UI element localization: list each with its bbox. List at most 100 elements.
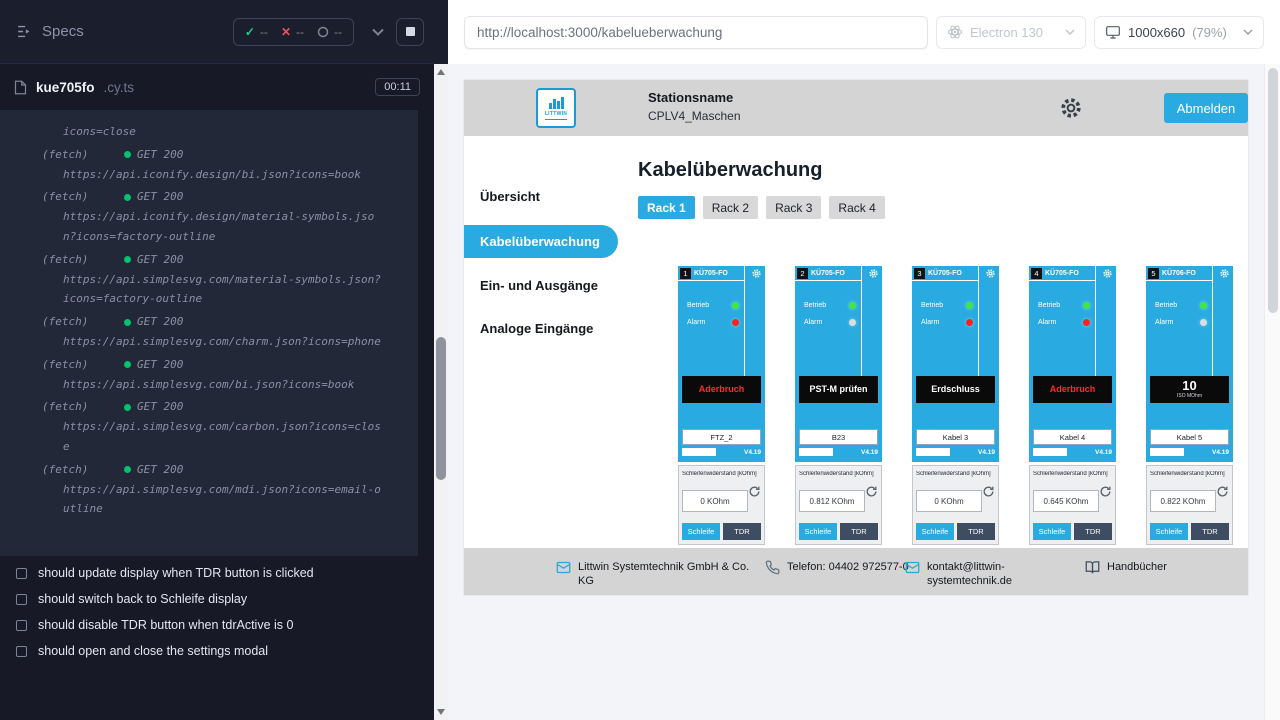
refresh-icon[interactable] bbox=[865, 485, 878, 498]
alarm-led bbox=[1200, 319, 1207, 326]
meter-panel: Schleifenwiderstand [kOhm] 0.645 KOhm Sc… bbox=[1029, 465, 1116, 545]
status-ok-dot bbox=[124, 194, 131, 201]
meter-panel: Schleifenwiderstand [kOhm] 0 KOhm Schlei… bbox=[912, 465, 999, 545]
scrollbar-thumb[interactable] bbox=[1268, 68, 1278, 313]
run-stats[interactable]: ✓ -- ✕ -- -- bbox=[233, 18, 354, 46]
device-cards: 1 KÜ705-FO Betrieb bbox=[678, 266, 1248, 545]
rack-tabs: Rack 1 Rack 2 Rack 3 Rack 4 bbox=[638, 196, 1248, 219]
tdr-button[interactable]: TDR bbox=[957, 523, 995, 540]
tab-rack-3[interactable]: Rack 3 bbox=[766, 196, 821, 219]
cable-name-field[interactable]: Kabel 4 bbox=[1033, 429, 1112, 445]
test-item[interactable]: should update display when TDR button is… bbox=[0, 560, 434, 586]
log-entry[interactable]: (fetch) GET 200 https://api.simplesvg.co… bbox=[42, 312, 408, 352]
device-card: 2 KÜ705-FO Betrieb bbox=[795, 266, 882, 545]
device-status: Aderbruch bbox=[1033, 376, 1112, 403]
device-model: KÜ705-FO bbox=[928, 270, 962, 277]
schleife-button[interactable]: Schleife bbox=[799, 523, 837, 540]
device-settings-gear-icon[interactable] bbox=[985, 268, 996, 279]
test-item[interactable]: should switch back to Schleife display bbox=[0, 586, 434, 612]
sidebar-item-ein-und-ausgaenge[interactable]: Ein- und Ausgänge bbox=[464, 271, 620, 301]
refresh-icon[interactable] bbox=[1099, 485, 1112, 498]
status-ok-dot bbox=[124, 404, 131, 411]
test-title: should open and close the settings modal bbox=[38, 644, 268, 658]
test-item[interactable]: should open and close the settings modal bbox=[0, 638, 434, 664]
firmware-version: V4.19 bbox=[1212, 449, 1229, 456]
pending-count: -- bbox=[317, 25, 342, 39]
chevron-down-icon bbox=[1065, 29, 1075, 35]
logo-tagline bbox=[545, 119, 567, 120]
spec-file-ext: .cy.ts bbox=[104, 80, 135, 95]
device-status: Erdschluss bbox=[916, 376, 995, 403]
schleife-button[interactable]: Schleife bbox=[916, 523, 954, 540]
scrollbar-track[interactable] bbox=[434, 64, 448, 720]
sidebar: Übersicht Kabelüberwachung Ein- und Ausg… bbox=[464, 136, 620, 548]
tab-rack-2[interactable]: Rack 2 bbox=[703, 196, 758, 219]
alarm-led bbox=[732, 319, 739, 326]
device-settings-gear-icon[interactable] bbox=[1219, 268, 1230, 279]
betrieb-led bbox=[732, 302, 739, 309]
log-entry[interactable]: (fetch) GET 200 https://api.iconify.desi… bbox=[42, 187, 408, 246]
collapse-chevron-button[interactable] bbox=[366, 18, 390, 46]
browser-select[interactable]: Electron 130 bbox=[936, 16, 1086, 49]
footer-manuals[interactable]: Handbücher bbox=[1085, 560, 1167, 575]
device-settings-gear-icon[interactable] bbox=[1102, 268, 1113, 279]
resistance-value: 0.645 KOhm bbox=[1033, 490, 1099, 512]
spec-file-name[interactable]: kue705fo bbox=[36, 80, 95, 95]
schleife-button[interactable]: Schleife bbox=[1150, 523, 1188, 540]
refresh-icon[interactable] bbox=[1216, 485, 1229, 498]
schleife-button[interactable]: Schleife bbox=[682, 523, 720, 540]
alarm-led bbox=[849, 319, 856, 326]
log-entry[interactable]: (fetch) GET 200 https://api.simplesvg.co… bbox=[42, 397, 408, 456]
device-number: 5 bbox=[1148, 268, 1159, 279]
cable-name-field[interactable]: Kabel 5 bbox=[1150, 429, 1229, 445]
test-item-icon bbox=[16, 646, 27, 657]
log-entry[interactable]: (fetch) GET 200 https://api.simplesvg.co… bbox=[42, 250, 408, 309]
cable-name-field[interactable]: Kabel 3 bbox=[916, 429, 995, 445]
version-chip bbox=[1150, 448, 1184, 456]
window-scrollbar[interactable] bbox=[1264, 64, 1280, 720]
page-title: Kabelüberwachung bbox=[638, 158, 1248, 182]
refresh-icon[interactable] bbox=[748, 485, 761, 498]
tdr-button[interactable]: TDR bbox=[1074, 523, 1112, 540]
meter-panel: Schleifenwiderstand [kOhm] 0.812 KOhm Sc… bbox=[795, 465, 882, 545]
test-item[interactable]: should disable TDR button when tdrActive… bbox=[0, 612, 434, 638]
stop-button[interactable] bbox=[396, 18, 424, 46]
scroll-down-arrow-icon[interactable] bbox=[437, 709, 445, 715]
log-entry[interactable]: (fetch) GET 200 https://api.iconify.desi… bbox=[42, 145, 408, 185]
scrollbar-thumb[interactable] bbox=[436, 337, 446, 480]
specs-button[interactable]: Specs bbox=[16, 23, 84, 40]
sidebar-item-uebersicht[interactable]: Übersicht bbox=[464, 182, 620, 212]
tdr-button[interactable]: TDR bbox=[723, 523, 761, 540]
spec-timer: 00:11 bbox=[375, 78, 420, 96]
log-entry[interactable]: (fetch) GET 200 https://api.simplesvg.co… bbox=[42, 460, 408, 519]
device-number: 2 bbox=[797, 268, 808, 279]
settings-gear-icon[interactable] bbox=[1058, 95, 1084, 121]
device-settings-gear-icon[interactable] bbox=[751, 268, 762, 279]
footer-phone: Telefon: 04402 972577-0 bbox=[765, 560, 913, 575]
device-settings-gear-icon[interactable] bbox=[868, 268, 879, 279]
tdr-button[interactable]: TDR bbox=[840, 523, 878, 540]
url-input[interactable] bbox=[464, 16, 928, 49]
logout-button[interactable]: Abmelden bbox=[1164, 93, 1248, 123]
sidebar-item-analoge-eingaenge[interactable]: Analoge Eingänge bbox=[464, 314, 620, 344]
viewport-select[interactable]: 1000x660 (79%) bbox=[1094, 16, 1264, 49]
tab-rack-1[interactable]: Rack 1 bbox=[638, 196, 695, 219]
refresh-icon[interactable] bbox=[982, 485, 995, 498]
cable-name-field[interactable]: B23 bbox=[799, 429, 878, 445]
version-chip bbox=[1033, 448, 1067, 456]
log-entry[interactable]: icons=close bbox=[42, 122, 408, 142]
test-title: should switch back to Schleife display bbox=[38, 592, 247, 606]
mail-icon bbox=[905, 560, 920, 575]
chevron-down-icon bbox=[372, 28, 384, 36]
address-bar: Electron 130 1000x660 (79%) bbox=[448, 0, 1280, 64]
tdr-button[interactable]: TDR bbox=[1191, 523, 1229, 540]
alarm-led-row: Alarm bbox=[1155, 319, 1207, 326]
sidebar-item-kabelueberwachung[interactable]: Kabelüberwachung bbox=[464, 225, 618, 258]
betrieb-led bbox=[1083, 302, 1090, 309]
firmware-version: V4.19 bbox=[744, 449, 761, 456]
schleife-button[interactable]: Schleife bbox=[1033, 523, 1071, 540]
scroll-up-arrow-icon[interactable] bbox=[437, 69, 445, 75]
cable-name-field[interactable]: FTZ_2 bbox=[682, 429, 761, 445]
tab-rack-4[interactable]: Rack 4 bbox=[829, 196, 884, 219]
log-entry[interactable]: (fetch) GET 200 https://api.simplesvg.co… bbox=[42, 355, 408, 395]
